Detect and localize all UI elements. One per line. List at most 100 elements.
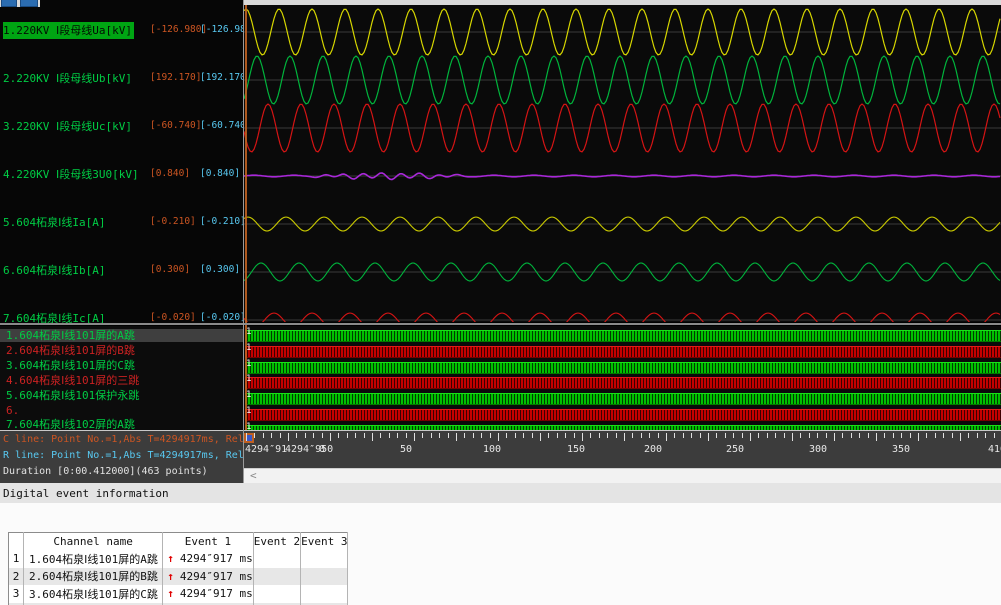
event-row-number: 1	[9, 550, 24, 568]
analog-channel-row[interactable]: 6.604柘泉Ⅰ线Ib[A][0.300][0.300]	[0, 262, 243, 276]
ruler-tick	[918, 433, 919, 441]
event-table-area: Channel nameEvent 1Event 2Event 311.604柘…	[0, 503, 1001, 605]
event-table-row[interactable]: 22.604柘泉Ⅰ线101屏的B跳↑4294″917 ms	[9, 568, 348, 586]
analog-channel-row[interactable]: 7.604柘泉Ⅰ线Ic[A][-0.020][-0.020]	[0, 310, 243, 323]
digital-channel-row[interactable]: 3.604柘泉Ⅰ线101屏的C跳	[0, 359, 243, 372]
ruler-tick	[313, 433, 314, 438]
analog-channel-list[interactable]: 1.220KV Ⅰ段母线Ua[kV][-126.980][-126.980] 2.…	[0, 0, 243, 323]
digital-channel-row[interactable]: 7.604柘泉Ⅰ线102屏的A跳	[0, 418, 243, 430]
ruler-tick	[481, 433, 482, 438]
ruler-tick	[574, 433, 575, 438]
ruler-tick	[498, 433, 499, 441]
analog-value-secondary: [192.170]	[200, 72, 243, 83]
ruler-tick	[708, 433, 709, 441]
digital-channel-list[interactable]: 1.604柘泉Ⅰ线101屏的A跳 2.604柘泉Ⅰ线101屏的B跳 3.604柘泉Ⅰ…	[0, 326, 243, 430]
ruler-tick	[439, 433, 440, 438]
ruler-tick	[700, 433, 701, 438]
analog-channel-label: 2.220KV Ⅰ段母线Ub[kV]	[3, 70, 132, 86]
ruler-tick	[767, 433, 768, 438]
ruler-tick	[926, 433, 927, 438]
digital-trace-bar: 1	[245, 409, 1001, 421]
digital-trace-area[interactable]: 1111111	[244, 326, 1001, 430]
panel-divider	[0, 430, 1001, 431]
ruler-tick	[800, 433, 801, 438]
event-table: Channel nameEvent 1Event 2Event 311.604柘…	[8, 532, 348, 605]
ruler-tick	[683, 433, 684, 438]
ruler-tick-label: 250	[726, 444, 744, 455]
ruler-tick	[725, 433, 726, 438]
analog-value-primary: [-126.980]	[150, 24, 207, 35]
ruler-tick	[271, 433, 272, 438]
ruler-tick	[347, 433, 348, 438]
c-line-status: C line: Point No.=1,Abs T=4294917ms, Rel…	[3, 434, 243, 445]
toolbar-button-1[interactable]	[1, 0, 17, 7]
cursor-line[interactable]	[245, 5, 247, 430]
event-channel-name: 1.604柘泉Ⅰ线101屏的A跳	[24, 550, 163, 568]
ruler-tick	[456, 433, 457, 441]
toolbar-button-2[interactable]	[20, 0, 38, 7]
analog-channel-row[interactable]: 1.220KV Ⅰ段母线Ua[kV][-126.980][-126.980]	[0, 22, 243, 36]
event1-cell: ↑ 4294″917 ms	[163, 568, 253, 586]
event-info-section: Digital event information Channel nameEv…	[0, 483, 1001, 605]
digital-trace-bar: 1	[245, 346, 1001, 358]
time-ruler[interactable]: 4294″914294″950050100150200250300350410	[244, 431, 1001, 468]
ruler-tick-label: 300	[809, 444, 827, 455]
event-time: 4294″917 ms	[180, 570, 253, 583]
event-table-header-cell: Event 1	[163, 533, 253, 551]
digital-trace-bar: 1	[245, 330, 1001, 342]
ruler-tick	[784, 433, 785, 438]
event-table-row[interactable]: 11.604柘泉Ⅰ线101屏的A跳↑4294″917 ms	[9, 550, 348, 568]
ruler-tick	[859, 433, 860, 438]
analog-channel-row[interactable]: 3.220KV Ⅰ段母线Uc[kV][-60.740][-60.740]	[0, 118, 243, 132]
ruler-tick	[691, 433, 692, 438]
analog-value-secondary: [0.300]	[200, 264, 240, 275]
analog-channel-label: 3.220KV Ⅰ段母线Uc[kV]	[3, 118, 132, 134]
ruler-tick	[910, 433, 911, 438]
rising-edge-icon: ↑	[167, 587, 174, 600]
event2-cell	[253, 585, 300, 603]
ruler-tick	[448, 433, 449, 438]
analog-channel-row[interactable]: 5.604柘泉Ⅰ线Ia[A][-0.210][-0.210]	[0, 214, 243, 228]
ruler-tick	[506, 433, 507, 438]
analog-value-secondary: [-0.210]	[200, 216, 243, 227]
waveform-canvas[interactable]	[244, 5, 1001, 322]
ruler-tick	[406, 433, 407, 438]
event-table-row[interactable]: 33.604柘泉Ⅰ线101屏的C跳↑4294″917 ms	[9, 585, 348, 603]
ruler-tick	[893, 433, 894, 438]
ruler-tick	[473, 433, 474, 438]
scroll-left-arrow-icon[interactable]: <	[250, 469, 257, 482]
ruler-tick	[590, 433, 591, 438]
ruler-tick	[624, 433, 625, 441]
event3-cell	[301, 550, 348, 568]
event-table-header-cell: Event 2	[253, 533, 300, 551]
ruler-tick	[994, 433, 995, 438]
toolbar	[0, 0, 40, 7]
digital-channel-label: 7.604柘泉Ⅰ线102屏的A跳	[0, 418, 243, 430]
analog-channel-row[interactable]: 2.220KV Ⅰ段母线Ub[kV][192.170][192.170]	[0, 70, 243, 84]
analog-value-primary: [0.300]	[150, 264, 190, 275]
ruler-tick	[758, 433, 759, 438]
digital-channel-row[interactable]: 2.604柘泉Ⅰ线101屏的B跳	[0, 344, 243, 357]
ruler-tick	[817, 433, 818, 438]
event3-cell	[301, 585, 348, 603]
event1-cell: ↑4294″917 ms	[163, 585, 253, 603]
ruler-tick	[372, 433, 373, 441]
digital-channel-label: 3.604柘泉Ⅰ线101屏的C跳	[0, 359, 243, 372]
digital-channel-label: 4.604柘泉Ⅰ线101屏的三跳	[0, 374, 243, 387]
digital-channel-row[interactable]: 1.604柘泉Ⅰ线101屏的A跳	[0, 329, 243, 342]
ruler-tick	[523, 433, 524, 438]
ruler-tick	[977, 433, 978, 438]
horizontal-splitter[interactable]	[0, 323, 1001, 325]
event2-cell	[253, 568, 300, 586]
ruler-tick	[641, 433, 642, 438]
ruler-tick	[548, 433, 549, 438]
horizontal-scrollbar[interactable]: <	[244, 468, 1001, 483]
digital-channel-row[interactable]: 4.604柘泉Ⅰ线101屏的三跳	[0, 374, 243, 387]
analog-channel-row[interactable]: 4.220KV Ⅰ段母线3U0[kV][0.840][0.840]	[0, 166, 243, 180]
digital-channel-row[interactable]: 6.	[0, 404, 243, 417]
rising-edge-icon: ↑	[167, 570, 174, 583]
ruler-tick	[330, 433, 331, 441]
event3-cell	[301, 568, 348, 586]
digital-channel-row[interactable]: 5.604柘泉Ⅰ线101保护永跳	[0, 389, 243, 402]
r-line-status: R line: Point No.=1,Abs T=4294917ms, Rel…	[3, 450, 243, 461]
